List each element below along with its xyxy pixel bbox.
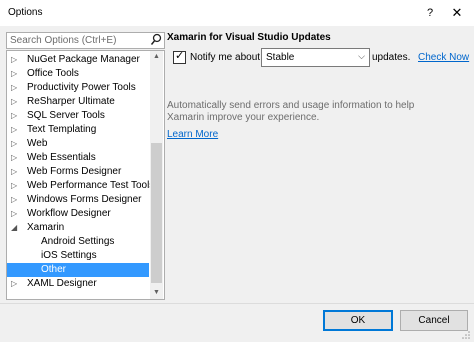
search-placeholder: Search Options (Ctrl+E) bbox=[10, 35, 117, 46]
chevron-down-icon: ⌵ bbox=[358, 51, 365, 61]
tree-item-workflow-designer[interactable]: ▷ Workflow Designer bbox=[7, 207, 149, 221]
tree-item-xaml-designer[interactable]: ▷ XAML Designer bbox=[7, 277, 149, 291]
tree-item-label: Windows Forms Designer bbox=[27, 194, 142, 205]
collapsed-arrow-icon[interactable]: ▷ bbox=[11, 153, 19, 163]
tree-item-label: Web Forms Designer bbox=[27, 166, 122, 177]
checkmark-icon: ✓ bbox=[175, 50, 185, 62]
tree-item-web-essentials[interactable]: ▷ Web Essentials bbox=[7, 151, 149, 165]
tree-item-windows-forms-designer[interactable]: ▷ Windows Forms Designer bbox=[7, 193, 149, 207]
collapsed-arrow-icon[interactable]: ▷ bbox=[11, 55, 19, 65]
tree-item-android-settings[interactable]: Android Settings bbox=[7, 235, 149, 249]
notify-checkbox[interactable]: ✓ bbox=[173, 50, 186, 64]
update-channel-value: Stable bbox=[266, 52, 295, 63]
tree-scrollbar[interactable]: ▲ ▼ bbox=[150, 51, 163, 299]
tree-item-label: XAML Designer bbox=[27, 278, 97, 289]
tree-item-label: Workflow Designer bbox=[27, 208, 111, 219]
tree-item-other[interactable]: Other bbox=[7, 263, 149, 277]
cancel-button[interactable]: Cancel bbox=[400, 310, 468, 331]
collapsed-arrow-icon[interactable]: ▷ bbox=[11, 125, 19, 135]
resize-grip-icon[interactable] bbox=[461, 330, 471, 340]
tree-item-web[interactable]: ▷ Web bbox=[7, 137, 149, 151]
collapsed-arrow-icon[interactable]: ▷ bbox=[11, 139, 19, 149]
footer-divider bbox=[0, 303, 474, 304]
learn-more-link[interactable]: Learn More bbox=[167, 129, 218, 140]
tree-item-label: Web bbox=[27, 138, 48, 149]
tree-item-office-tools[interactable]: ▷ Office Tools bbox=[7, 67, 149, 81]
tree-item-label: SQL Server Tools bbox=[27, 110, 105, 121]
collapsed-arrow-icon[interactable]: ▷ bbox=[11, 279, 19, 289]
collapsed-arrow-icon[interactable]: ▷ bbox=[11, 181, 19, 191]
tree-item-web-performance-test-tools[interactable]: ▷ Web Performance Test Tools bbox=[7, 179, 154, 193]
notify-label: Notify me about bbox=[190, 52, 261, 63]
tree-item-label: Android Settings bbox=[41, 236, 115, 247]
tree-item-label: Text Templating bbox=[27, 124, 97, 135]
tree-item-productivity-power-tools[interactable]: ▷ Productivity Power Tools bbox=[7, 81, 149, 95]
collapsed-arrow-icon[interactable]: ▷ bbox=[11, 111, 19, 121]
collapsed-arrow-icon[interactable]: ▷ bbox=[11, 83, 19, 93]
expanded-arrow-icon[interactable]: ◢ bbox=[11, 223, 19, 233]
collapsed-arrow-icon[interactable]: ▷ bbox=[11, 209, 19, 219]
search-icon[interactable] bbox=[150, 33, 162, 47]
collapsed-arrow-icon[interactable]: ▷ bbox=[11, 167, 19, 177]
collapsed-arrow-icon[interactable]: ▷ bbox=[11, 97, 19, 107]
tree-item-label: Web Performance Test Tools bbox=[27, 180, 155, 191]
tree-item-ios-settings[interactable]: iOS Settings bbox=[7, 249, 149, 263]
options-tree[interactable]: ▷ NuGet Package Manager ▷ Office Tools ▷ Prod… bbox=[6, 50, 165, 300]
collapsed-arrow-icon[interactable]: ▷ bbox=[11, 195, 19, 205]
help-button[interactable]: ? bbox=[420, 3, 440, 23]
tree-item-sql-server-tools[interactable]: ▷ SQL Server Tools bbox=[7, 109, 149, 123]
tree-item-label: Xamarin bbox=[27, 222, 65, 233]
tree-item-nuget-package-manager[interactable]: ▷ NuGet Package Manager bbox=[7, 53, 149, 67]
check-now-link[interactable]: Check Now bbox=[418, 52, 469, 63]
scroll-thumb[interactable] bbox=[151, 143, 162, 283]
scroll-down-icon[interactable]: ▼ bbox=[150, 287, 163, 299]
updates-label: updates. bbox=[372, 52, 411, 63]
scroll-up-icon[interactable]: ▲ bbox=[150, 51, 163, 63]
tree-item-label: NuGet Package Manager bbox=[27, 54, 140, 65]
window-title: Options bbox=[8, 7, 43, 18]
tree-item-text-templating[interactable]: ▷ Text Templating bbox=[7, 123, 149, 137]
tree-item-resharper-ultimate[interactable]: ▷ ReSharper Ultimate bbox=[7, 95, 149, 109]
tree-item-label: iOS Settings bbox=[41, 250, 97, 261]
telemetry-info-text: Automatically send errors and usage info… bbox=[167, 100, 415, 123]
update-channel-select[interactable]: Stable ⌵ bbox=[261, 48, 370, 67]
tree-item-label: Office Tools bbox=[27, 68, 79, 79]
ok-button[interactable]: OK bbox=[323, 310, 393, 331]
tree-item-label: Productivity Power Tools bbox=[27, 82, 136, 93]
collapsed-arrow-icon[interactable]: ▷ bbox=[11, 69, 19, 79]
search-input[interactable]: Search Options (Ctrl+E) bbox=[6, 32, 165, 49]
tree-item-label: Other bbox=[41, 264, 67, 275]
tree-item-web-forms-designer[interactable]: ▷ Web Forms Designer bbox=[7, 165, 149, 179]
tree-item-label: ReSharper Ultimate bbox=[27, 96, 115, 107]
tree-item-label: Web Essentials bbox=[27, 152, 96, 163]
title-bar: Options ? ✕ bbox=[0, 0, 474, 26]
close-button[interactable]: ✕ bbox=[446, 3, 468, 23]
tree-item-xamarin[interactable]: ◢ Xamarin bbox=[7, 221, 149, 235]
section-title: Xamarin for Visual Studio Updates bbox=[167, 32, 331, 43]
